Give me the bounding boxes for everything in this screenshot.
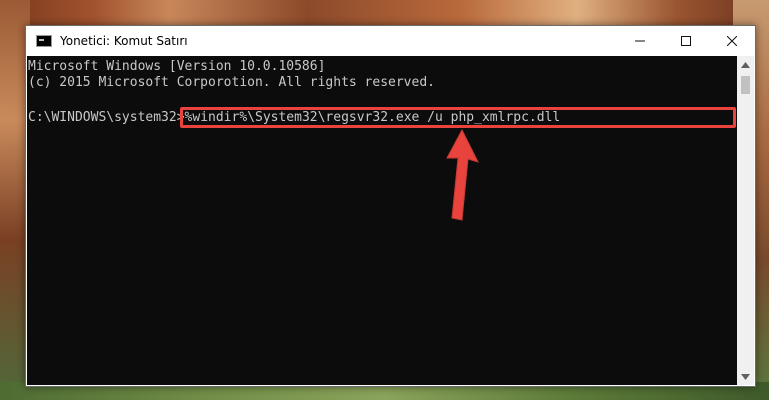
scrollbar-thumb[interactable] xyxy=(741,76,750,94)
console-line-copyright: (c) 2015 Microsoft Corporotion. All righ… xyxy=(28,75,435,90)
scroll-up-button[interactable] xyxy=(737,56,754,73)
title-bar[interactable]: Yonetici: Komut Satırı xyxy=(26,26,755,56)
cmd-icon[interactable] xyxy=(36,35,52,47)
minimize-icon xyxy=(635,40,645,42)
maximize-button[interactable] xyxy=(663,26,709,56)
command-prompt-window: Yonetici: Komut Satırı Microsoft Windows… xyxy=(25,25,756,387)
vertical-scrollbar[interactable] xyxy=(737,56,754,385)
console-prompt: C:\WINDOWS\system32> xyxy=(28,110,185,125)
window-title: Yonetici: Komut Satırı xyxy=(60,34,188,48)
maximize-icon xyxy=(681,36,691,46)
minimize-button[interactable] xyxy=(617,26,663,56)
window-controls xyxy=(617,26,755,56)
chevron-down-icon xyxy=(741,373,750,380)
arrow-up-icon xyxy=(446,128,479,221)
command-highlight-box xyxy=(180,107,736,128)
chevron-up-icon xyxy=(741,61,750,68)
close-button[interactable] xyxy=(709,26,755,56)
console-output[interactable]: Microsoft Windows [Version 10.0.10586] (… xyxy=(27,56,737,385)
console-line-version: Microsoft Windows [Version 10.0.10586] xyxy=(28,59,326,74)
scroll-down-button[interactable] xyxy=(737,368,754,385)
close-icon xyxy=(727,36,737,46)
